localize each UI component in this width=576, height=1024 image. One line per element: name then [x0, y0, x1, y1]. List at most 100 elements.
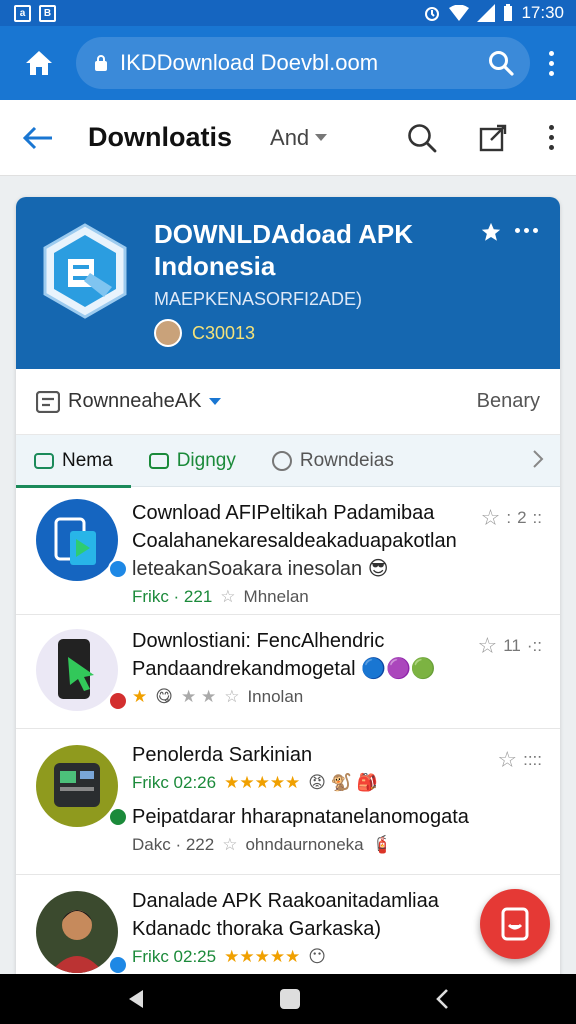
filter-row: RownneaheAK Benary — [16, 369, 560, 435]
app-meta-value: C30013 — [192, 322, 256, 343]
floating-action-button[interactable] — [480, 889, 550, 959]
info-secondary: Innolan — [247, 687, 304, 706]
recent-chevron-icon[interactable] — [435, 988, 449, 1010]
star-outline-icon: ☆ — [224, 687, 240, 706]
info-primary: Frikc · 221 — [132, 587, 213, 606]
system-nav-bar — [0, 974, 576, 1024]
tab-label: Digngy — [176, 449, 236, 471]
message-icon — [34, 452, 54, 469]
star-outline-icon: ☆ — [477, 633, 498, 658]
info-secondary: Mhnelan — [243, 587, 309, 606]
app-card: DOWNLDAdoad APK Indonesia MAEPKENASORFI2… — [16, 197, 560, 987]
emoji-icon: 😋 — [155, 687, 173, 706]
tab-label: Nema — [62, 449, 113, 471]
tab-rowndeias[interactable]: Rowndeias — [254, 435, 412, 487]
info-primary: Frikc 02:26 — [132, 773, 217, 792]
star-rating: ★★★★★ — [224, 947, 301, 966]
home-icon — [26, 51, 52, 75]
browser-url-bar: IKDDownload Doevbl.oom — [0, 26, 576, 100]
home-button[interactable] — [14, 38, 64, 88]
info-secondary: ohndaurnoneka — [245, 835, 364, 854]
wifi-icon — [449, 5, 470, 21]
url-text: IKDDownload Doevbl.oom — [120, 50, 379, 75]
app-description: Peipatdarar hharapnatanelanomogata — [132, 806, 469, 828]
list-item[interactable]: Penolerda Sarkinian Frikc 02:26 ★★★★★ 😡 … — [16, 729, 560, 875]
status-badge — [108, 559, 128, 579]
search-icon[interactable] — [488, 50, 514, 76]
star-outline-icon: ☆ — [497, 747, 518, 772]
app-description: Pandaandrekandmogetal 🔵🟣🟢 — [132, 655, 546, 683]
star-rating: ★★★★★ — [224, 773, 301, 792]
status-badge — [108, 691, 128, 711]
search-icon[interactable] — [407, 123, 437, 153]
battery-icon — [504, 4, 513, 21]
emoji-icon: 😡 🐒 🎒 — [308, 773, 378, 792]
status-badge — [108, 955, 128, 975]
app-description: Coalahanekaresaldeakaduapakotlan — [132, 530, 457, 552]
app-info: Frikc 02:25 ★★★★★ 😶 — [132, 943, 546, 971]
favorite-star-icon[interactable] — [480, 221, 502, 243]
status-badge — [108, 807, 128, 827]
tab-label: Rowndeias — [299, 449, 394, 471]
emoji-icon: 🧯 — [371, 835, 393, 854]
app-green-phone-icon — [36, 745, 118, 827]
tab-digngy[interactable]: Digngy — [131, 435, 254, 487]
alarm-icon — [425, 7, 440, 21]
app-list: Cownload AFIPeltikah Padamibaa Coalahane… — [16, 487, 560, 987]
rating-value: 11 — [503, 636, 521, 655]
app-info: Frikc · 221 ☆ Mhnelan — [132, 583, 546, 611]
info-tertiary: Dakc · 222 — [132, 835, 215, 854]
gallery-icon: B — [39, 4, 56, 22]
overflow-menu-icon[interactable] — [540, 50, 562, 76]
back-triangle-icon[interactable] — [127, 989, 145, 1009]
share-icon[interactable] — [479, 124, 507, 152]
app-logo-icon — [43, 223, 127, 319]
app-title: Penolerda Sarkinian — [132, 744, 313, 766]
clock-time: 17:30 — [521, 3, 564, 22]
app-tag-text: leteakanSoakara inesolan — [132, 558, 363, 580]
app-phone-cursor-icon — [36, 629, 118, 711]
star-rating: ★ — [132, 687, 148, 706]
star-outline-icon: ☆ — [220, 587, 236, 606]
developer-avatar — [154, 319, 182, 347]
list-item[interactable]: Danalade APK Raakoanitadamliaa Kdanadc t… — [16, 875, 560, 987]
list-icon — [36, 390, 60, 413]
filter-label: RownneaheAK — [68, 390, 202, 412]
more-dots-icon[interactable] — [515, 228, 538, 233]
status-bar: a B 17:30 — [0, 0, 576, 26]
list-item[interactable]: Downlostiani: FencAlhendric Pandaandreka… — [16, 615, 560, 729]
back-arrow-icon[interactable] — [22, 126, 54, 150]
filter-dropdown[interactable]: RownneaheAK — [36, 390, 222, 413]
tab-nema[interactable]: Nema — [16, 435, 131, 488]
sort-label[interactable]: Benary — [477, 390, 540, 413]
app-info: ★ 😋 ★ ★ ☆ Innolan — [132, 683, 546, 711]
language-label: And — [270, 124, 310, 150]
star-rating-empty: ★ ★ — [180, 687, 217, 706]
app-blue-phone-icon — [36, 499, 118, 581]
page-title: Downloatis — [88, 122, 233, 152]
lock-icon — [95, 55, 107, 71]
app-subtitle: MAEPKENASORFI2ADE) — [154, 289, 363, 309]
home-square-icon[interactable] — [279, 988, 301, 1010]
app-info: Frikc 02:26 ★★★★★ 😡 🐒 🎒 — [132, 769, 546, 797]
chat-icon — [148, 452, 169, 469]
language-dropdown[interactable]: And — [270, 124, 328, 151]
list-item[interactable]: Cownload AFIPeltikah Padamibaa Coalahane… — [16, 487, 560, 615]
tab-bar: Nema Digngy Rowndeias — [16, 435, 560, 488]
tablet-icon — [501, 907, 529, 941]
url-field[interactable]: IKDDownload Doevbl.oom — [76, 37, 530, 89]
app-toolbar: Downloatis And — [0, 100, 576, 176]
star-outline-icon: ☆ — [480, 505, 501, 530]
app-person-avatar-icon — [36, 891, 118, 973]
rating: ☆ :2:: — [480, 505, 542, 530]
rating-value: 2 — [517, 508, 527, 527]
info-primary: Frikc 02:25 — [132, 947, 217, 966]
clock-icon — [271, 450, 292, 471]
emoji-icon: 😎 — [367, 558, 389, 580]
rating: ☆ 11 ·:: — [477, 633, 543, 658]
chevron-right-icon[interactable] — [532, 449, 544, 469]
app-info-secondary: Dakc · 222 ☆ ohndaurnoneka 🧯 — [132, 831, 546, 859]
overflow-menu-icon[interactable] — [549, 125, 554, 150]
app-meta: C30013 — [154, 319, 255, 347]
chevron-down-icon — [315, 133, 328, 141]
